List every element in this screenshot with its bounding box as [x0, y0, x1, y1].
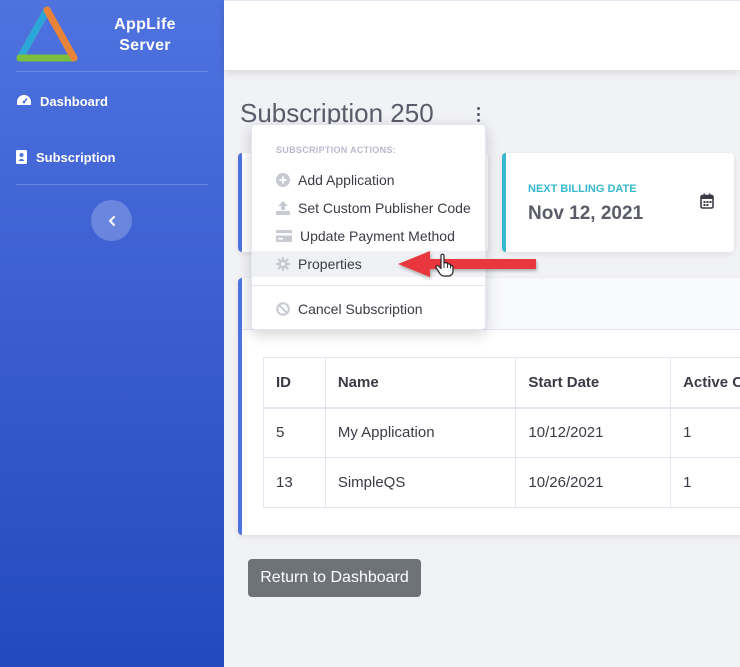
cell-start-date: 10/26/2021	[515, 457, 672, 508]
menu-item-add-application[interactable]: Add Application	[252, 167, 485, 193]
table-row[interactable]: 13 SimpleQS 10/26/2021 1	[263, 457, 740, 508]
sidebar-toggle-button[interactable]	[91, 200, 132, 241]
sidebar-item-label: Dashboard	[40, 93, 108, 109]
gear-icon	[276, 257, 290, 271]
sidebar: AppLife Server Dashboard Subscription	[0, 0, 224, 667]
credit-card-icon	[276, 229, 292, 243]
subscription-actions-menu: SUBSCRIPTION ACTIONS: Add Application Se…	[251, 124, 486, 330]
cell-id: 13	[263, 457, 326, 508]
table-row[interactable]: 5 My Application 10/12/2021 1	[263, 407, 740, 458]
sidebar-item-label: Subscription	[36, 149, 116, 165]
menu-item-label: Set Custom Publisher Code	[298, 200, 471, 216]
menu-divider	[252, 285, 485, 286]
brand[interactable]: AppLife Server	[0, 0, 224, 70]
column-header-active[interactable]: Active C	[670, 357, 740, 409]
hand-cursor-icon	[435, 253, 454, 277]
table-header-row: ID Name Start Date Active C	[263, 357, 740, 409]
cell-start-date: 10/12/2021	[515, 407, 672, 458]
annotation-arrow-icon	[398, 251, 536, 277]
cell-active: 1	[670, 457, 740, 508]
menu-item-update-payment-method[interactable]: Update Payment Method	[252, 223, 485, 249]
menu-item-set-custom-publisher-code[interactable]: Set Custom Publisher Code	[252, 195, 485, 221]
menu-header: SUBSCRIPTION ACTIONS:	[276, 145, 396, 155]
cell-active: 1	[670, 407, 740, 458]
topbar	[224, 0, 740, 70]
column-header-name[interactable]: Name	[324, 357, 517, 409]
triangle-logo-icon	[16, 6, 78, 62]
sidebar-divider	[16, 184, 208, 185]
upload-icon	[276, 201, 290, 215]
menu-item-label: Properties	[298, 256, 362, 272]
billing-date: Nov 12, 2021	[528, 203, 644, 224]
return-to-dashboard-button[interactable]: Return to Dashboard	[248, 559, 421, 597]
sidebar-item-dashboard[interactable]: Dashboard	[16, 89, 108, 113]
cell-id: 5	[263, 407, 326, 458]
brand-name-line2: Server	[119, 37, 171, 54]
calendar-icon	[700, 193, 714, 209]
sidebar-divider	[16, 71, 208, 72]
ban-icon	[276, 302, 290, 316]
menu-item-label: Add Application	[298, 172, 395, 188]
menu-item-label: Cancel Subscription	[298, 301, 423, 317]
speedometer-icon	[17, 95, 31, 105]
cell-name: My Application	[324, 407, 517, 458]
column-header-id[interactable]: ID	[263, 357, 326, 409]
billing-card: NEXT BILLING DATE Nov 12, 2021	[502, 153, 734, 252]
billing-label: NEXT BILLING DATE	[528, 183, 637, 195]
kebab-icon[interactable]	[470, 104, 486, 124]
address-book-icon	[16, 150, 27, 164]
brand-name-line1: AppLife	[114, 16, 176, 33]
applications-table: ID Name Start Date Active C 5 My Applica…	[263, 357, 740, 508]
brand-name: AppLife Server	[100, 14, 190, 56]
chevron-left-icon	[108, 215, 115, 226]
menu-item-label: Update Payment Method	[300, 228, 455, 244]
sidebar-item-subscription[interactable]: Subscription	[16, 145, 115, 169]
cell-name: SimpleQS	[324, 457, 517, 508]
column-header-start-date[interactable]: Start Date	[515, 357, 672, 409]
plus-circle-icon	[276, 173, 290, 187]
menu-item-cancel-subscription[interactable]: Cancel Subscription	[252, 296, 485, 322]
